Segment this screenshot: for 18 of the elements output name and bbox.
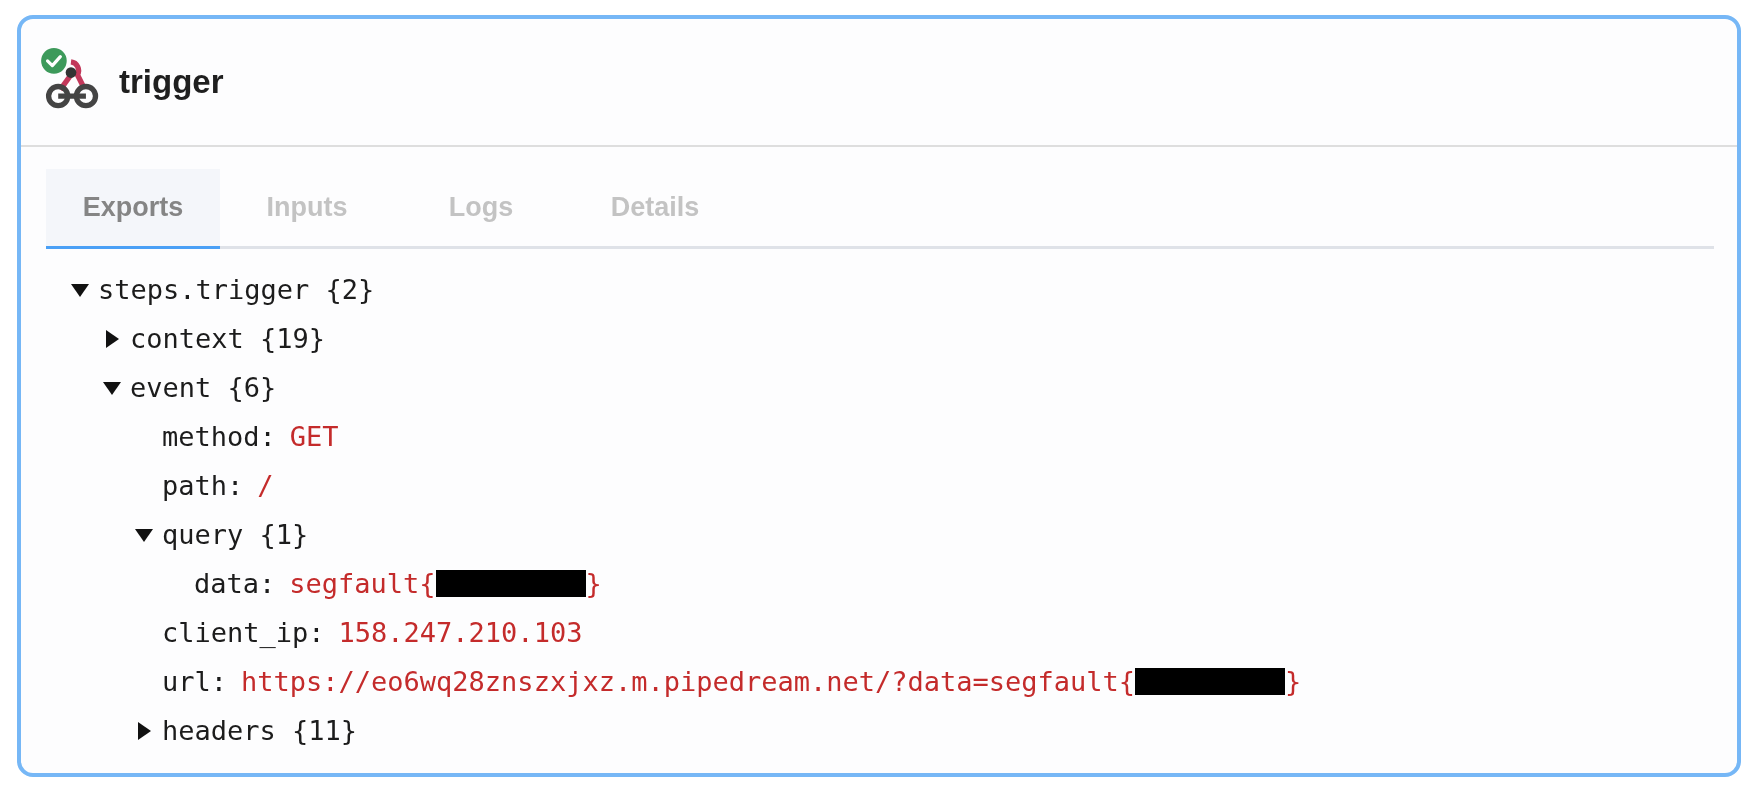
tree-node-label[interactable]: headers {11}	[162, 715, 358, 746]
property-value: GET	[289, 421, 339, 452]
tree-node-label[interactable]: steps.trigger {2}	[98, 274, 375, 305]
tree-node-label[interactable]: query {1}	[162, 519, 309, 550]
tree-node-label[interactable]: event {6}	[130, 372, 277, 403]
property-key: url:	[162, 666, 228, 697]
property-key: method:	[162, 421, 276, 452]
property-key: client_ip:	[162, 617, 325, 648]
property-value: /	[257, 470, 274, 501]
property-value: segfault{	[289, 568, 436, 599]
tree-node-label[interactable]: context {19}	[130, 323, 326, 354]
step-title: trigger	[119, 63, 224, 101]
property-value-end: }	[1285, 666, 1302, 697]
property-value: 158.247.210.103	[338, 617, 583, 648]
property-value: https://eo6wq28znszxjxz.m.pipedream.net/?data=segfault{	[241, 666, 1136, 697]
property-key: data:	[194, 568, 276, 599]
property-value-end: }	[585, 568, 602, 599]
property-key: path:	[162, 470, 244, 501]
